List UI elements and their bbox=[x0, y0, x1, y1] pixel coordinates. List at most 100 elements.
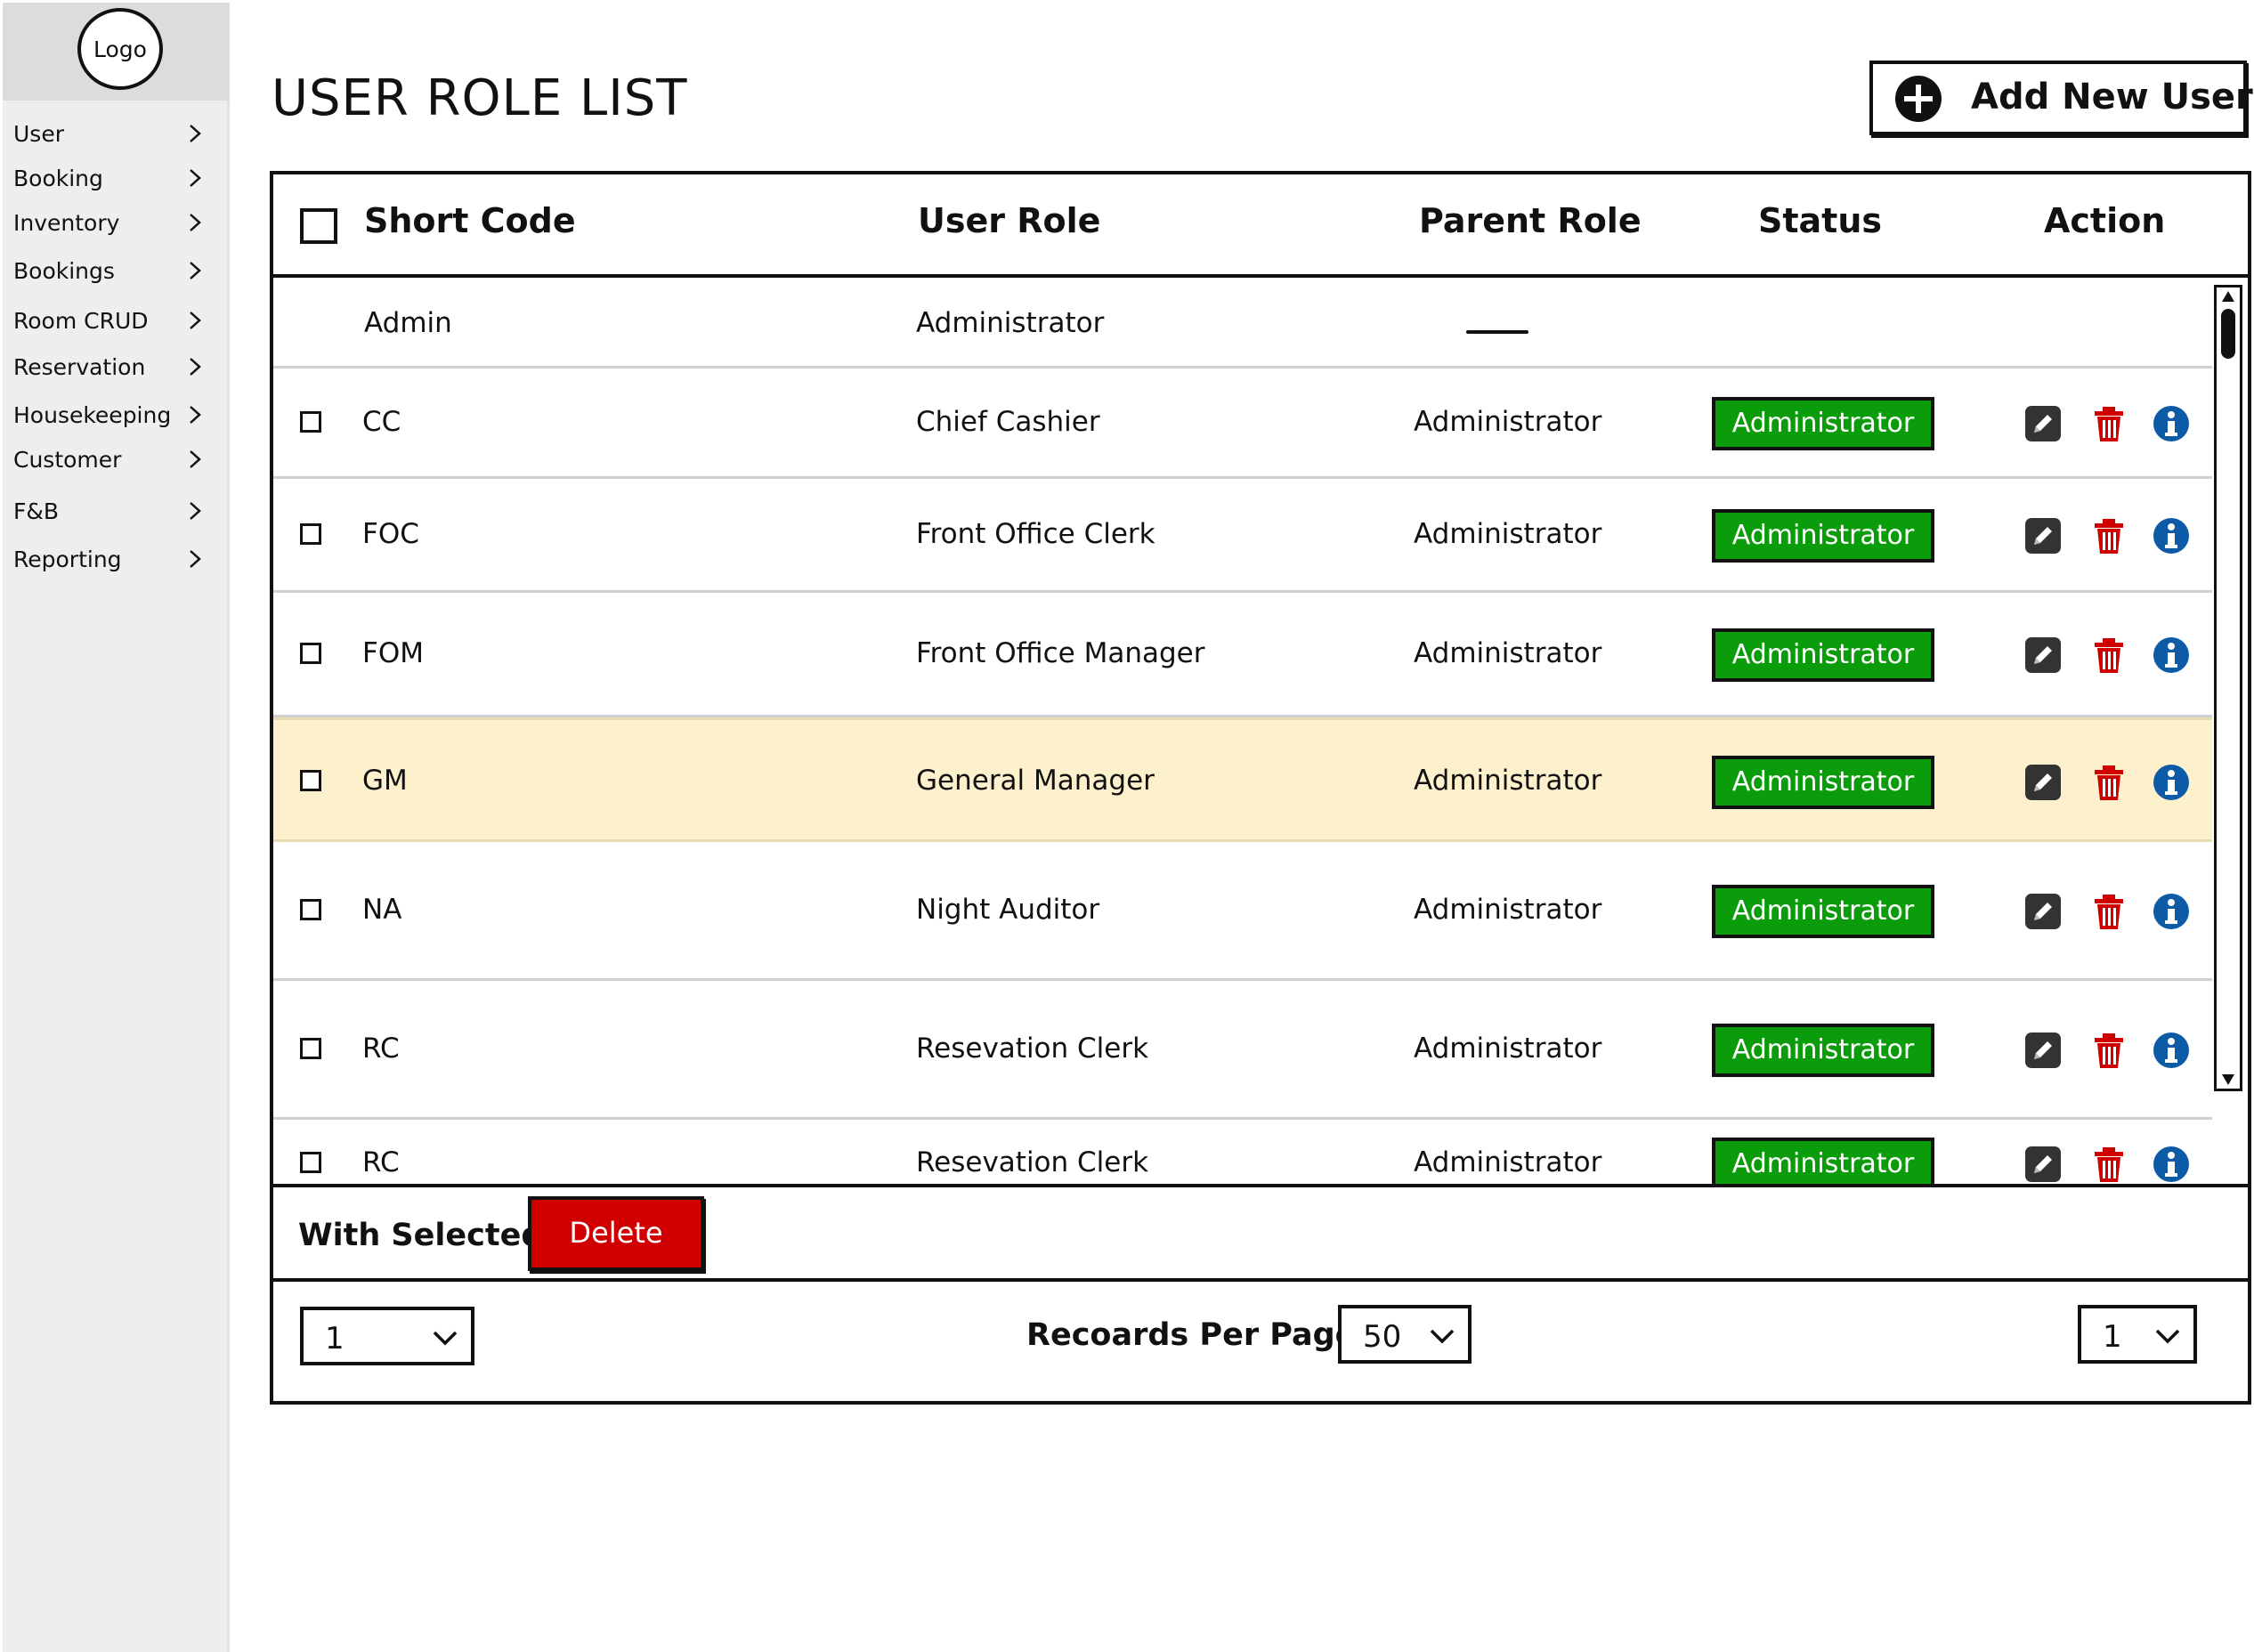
info-icon[interactable] bbox=[2152, 516, 2191, 555]
cell-user-role: Chief Cashier bbox=[916, 406, 1100, 438]
table-row[interactable]: RC Resevation Clerk Administrator Administr… bbox=[273, 981, 2212, 1120]
edit-icon[interactable] bbox=[2023, 404, 2063, 443]
sidebar-item-bookings[interactable]: Bookings bbox=[3, 251, 225, 292]
trash-icon[interactable] bbox=[2089, 763, 2128, 802]
column-header-short-code[interactable]: Short Code bbox=[364, 201, 576, 240]
logo[interactable]: Logo bbox=[77, 8, 163, 90]
page-select-left-value: 1 bbox=[325, 1321, 345, 1356]
trash-icon[interactable] bbox=[2089, 516, 2128, 555]
sidebar-header: Logo bbox=[3, 3, 230, 101]
sidebar-item-user[interactable]: User bbox=[3, 114, 225, 155]
sidebar-item-inventory[interactable]: Inventory bbox=[3, 203, 225, 244]
edit-icon[interactable] bbox=[2023, 1145, 2063, 1184]
row-checkbox[interactable] bbox=[300, 523, 321, 545]
select-all-checkbox[interactable] bbox=[300, 208, 337, 244]
edit-icon[interactable] bbox=[2023, 516, 2063, 555]
table-row[interactable]: FOM Front Office Manager Administrator Admi… bbox=[273, 593, 2212, 717]
chevron-down-icon bbox=[2155, 1329, 2180, 1344]
sidebar-item-customer[interactable]: Customer bbox=[3, 440, 225, 481]
table-body: RC Resevation Clerk Administrator Administr… bbox=[273, 281, 2248, 1184]
cell-user-role: General Manager bbox=[916, 765, 1155, 797]
cell-short-code: FOC bbox=[362, 518, 419, 550]
edit-icon[interactable] bbox=[2023, 763, 2063, 802]
chevron-down-icon bbox=[433, 1331, 458, 1346]
sidebar-item-label: Housekeeping bbox=[13, 402, 172, 428]
status-badge[interactable]: Administrator bbox=[1712, 1024, 1934, 1077]
sidebar-item-reservation[interactable]: Reservation bbox=[3, 347, 225, 388]
cell-short-code: FOM bbox=[362, 637, 424, 669]
info-icon[interactable] bbox=[2152, 892, 2191, 931]
sidebar-item-label: Customer bbox=[13, 447, 122, 473]
cell-parent-role: Administrator bbox=[1414, 1032, 1602, 1065]
table-row[interactable]: NA Night Auditor Administrator Administrato… bbox=[273, 842, 2212, 981]
cell-user-role: Resevation Clerk bbox=[916, 1032, 1149, 1065]
column-header-user-role[interactable]: User Role bbox=[918, 201, 1100, 240]
table-row[interactable]: GM General Manager Administrator Administra… bbox=[273, 717, 2212, 842]
info-icon[interactable] bbox=[2152, 763, 2191, 802]
cell-user-role: Night Auditor bbox=[916, 894, 1100, 926]
scroll-up-icon[interactable] bbox=[2220, 289, 2236, 304]
cell-parent-role: Administrator bbox=[1414, 518, 1602, 550]
table-scrollbar[interactable] bbox=[2214, 285, 2242, 1091]
info-icon[interactable] bbox=[2152, 404, 2191, 443]
sidebar-item-housekeeping[interactable]: Housekeeping bbox=[3, 395, 225, 436]
records-per-page-value: 50 bbox=[1363, 1319, 1402, 1355]
status-badge[interactable]: Administrator bbox=[1712, 756, 1934, 809]
table-row[interactable]: RC Resevation Clerk Administrator Administr… bbox=[273, 1120, 2212, 1184]
scrollbar-thumb[interactable] bbox=[2221, 309, 2235, 359]
records-per-page-label: Recoards Per Page bbox=[1026, 1317, 1357, 1353]
row-checkbox[interactable] bbox=[300, 1038, 321, 1059]
add-new-user-button[interactable]: Add New User bbox=[1869, 61, 2253, 135]
cell-short-code: CC bbox=[362, 406, 401, 438]
trash-icon[interactable] bbox=[2089, 892, 2128, 931]
sidebar-item-label: Bookings bbox=[13, 258, 115, 284]
row-checkbox[interactable] bbox=[300, 643, 321, 664]
cell-short-code: NA bbox=[362, 894, 402, 926]
page-select-right[interactable]: 1 bbox=[2078, 1305, 2197, 1364]
records-per-page-select[interactable]: 50 bbox=[1338, 1305, 1472, 1364]
row-checkbox[interactable] bbox=[300, 411, 321, 433]
sidebar-item-room-crud[interactable]: Room CRUD bbox=[3, 301, 225, 342]
cell-short-code: RC bbox=[362, 1146, 400, 1178]
sidebar-item-f-b[interactable]: F&B bbox=[3, 491, 225, 532]
trash-icon[interactable] bbox=[2089, 1031, 2128, 1070]
sidebar-item-reporting[interactable]: Reporting bbox=[3, 539, 225, 580]
chevron-right-icon bbox=[190, 262, 201, 279]
edit-icon[interactable] bbox=[2023, 636, 2063, 675]
table-row[interactable]: CC Chief Cashier Administrator Administrato… bbox=[273, 368, 2212, 479]
trash-icon[interactable] bbox=[2089, 1145, 2128, 1184]
cell-user-role: Administrator bbox=[916, 307, 1105, 339]
edit-icon[interactable] bbox=[2023, 1031, 2063, 1070]
sidebar-item-booking[interactable]: Booking bbox=[3, 158, 225, 199]
page-select-left[interactable]: 1 bbox=[300, 1307, 474, 1365]
row-checkbox[interactable] bbox=[300, 899, 321, 920]
status-badge[interactable]: Administrator bbox=[1712, 397, 1934, 450]
row-checkbox[interactable] bbox=[300, 1152, 321, 1173]
info-icon[interactable] bbox=[2152, 1031, 2191, 1070]
row-checkbox[interactable] bbox=[300, 770, 321, 791]
table-row[interactable]: Admin Administrator bbox=[273, 281, 2212, 368]
delete-selected-button[interactable]: Delete bbox=[528, 1196, 704, 1271]
chevron-right-icon bbox=[190, 169, 201, 187]
user-role-table: Short Code User Role Parent Role Status … bbox=[270, 171, 2251, 1405]
info-icon[interactable] bbox=[2152, 636, 2191, 675]
scroll-down-icon[interactable] bbox=[2220, 1073, 2236, 1087]
sidebar-item-label: Reservation bbox=[13, 354, 146, 380]
status-badge[interactable]: Administrator bbox=[1712, 1138, 1934, 1184]
chevron-down-icon bbox=[1430, 1329, 1455, 1344]
status-badge[interactable]: Administrator bbox=[1712, 885, 1934, 938]
cell-short-code: RC bbox=[362, 1032, 400, 1065]
cell-parent-role: Administrator bbox=[1414, 894, 1602, 926]
status-badge[interactable]: Administrator bbox=[1712, 509, 1934, 563]
chevron-right-icon bbox=[190, 312, 201, 329]
trash-icon[interactable] bbox=[2089, 404, 2128, 443]
table-row[interactable]: FOC Front Office Clerk Administrator Admini… bbox=[273, 479, 2212, 593]
chevron-right-icon bbox=[190, 125, 201, 142]
trash-icon[interactable] bbox=[2089, 636, 2128, 675]
edit-icon[interactable] bbox=[2023, 892, 2063, 931]
info-icon[interactable] bbox=[2152, 1145, 2191, 1184]
column-header-status[interactable]: Status bbox=[1758, 201, 1882, 240]
column-header-parent-role[interactable]: Parent Role bbox=[1419, 201, 1642, 240]
status-badge[interactable]: Administrator bbox=[1712, 628, 1934, 682]
cell-short-code: Admin bbox=[364, 307, 452, 339]
